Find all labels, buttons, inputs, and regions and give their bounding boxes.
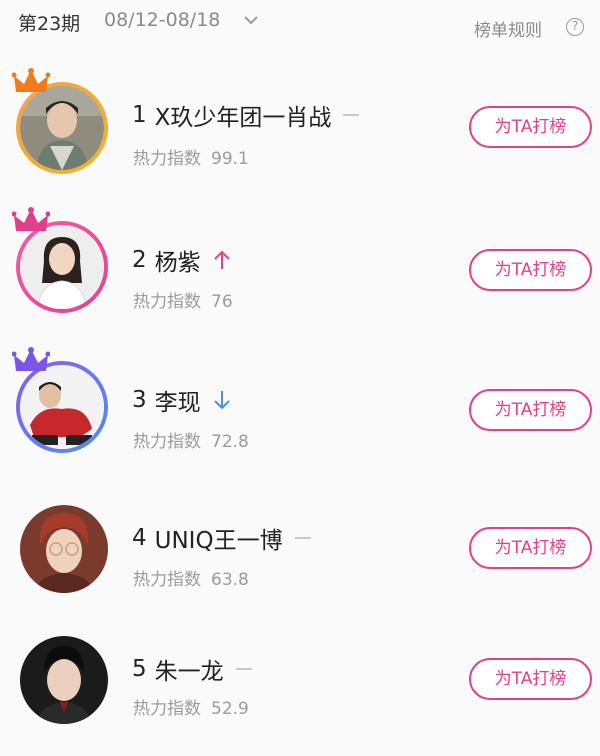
artist-name: 3 李现	[132, 383, 231, 417]
avatar-4[interactable]	[12, 495, 112, 605]
avatar-1[interactable]	[12, 68, 112, 178]
artist-label: X玖少年团一肖战	[154, 105, 332, 131]
chevron-down-icon[interactable]	[243, 14, 259, 26]
rank-number: 5	[132, 656, 147, 682]
vote-button[interactable]: 为TA打榜	[469, 658, 592, 700]
artist-label: UNIQ王一博	[154, 528, 283, 554]
artist-name: 4 UNIQ王一博	[132, 521, 313, 555]
artist-label: 李现	[154, 390, 201, 416]
rank-number: 4	[132, 525, 147, 551]
heat-index: 热力指数 63.8	[133, 570, 249, 590]
artist-label: 朱一龙	[154, 659, 224, 685]
vote-button[interactable]: 为TA打榜	[469, 527, 592, 569]
ranking-row-1: 1 X玖少年团一肖战 热力指数 99.1 为TA打榜	[0, 68, 600, 198]
heat-value: 63.8	[211, 570, 249, 590]
crown-icon	[12, 68, 50, 92]
heat-index: 热力指数 76	[133, 292, 233, 312]
rank-number: 3	[132, 387, 147, 413]
ranking-row-4: 4 UNIQ王一博 热力指数 63.8 为TA打榜	[0, 495, 600, 625]
avatar-2[interactable]	[12, 207, 112, 317]
rank-number: 2	[132, 247, 147, 273]
heat-value: 99.1	[211, 149, 249, 169]
avatar-3[interactable]	[12, 347, 112, 457]
rank-number: 1	[132, 102, 147, 128]
artist-name: 5 朱一龙	[132, 652, 254, 686]
ranking-row-5: 5 朱一龙 热力指数 52.9 为TA打榜	[0, 626, 600, 756]
vote-button[interactable]: 为TA打榜	[469, 249, 592, 291]
heat-index: 热力指数 52.9	[133, 699, 249, 719]
heat-value: 52.9	[211, 699, 249, 719]
trend-same-icon	[294, 535, 313, 541]
ranking-row-3: 3 李现 热力指数 72.8 为TA打榜	[0, 347, 600, 477]
heat-index: 热力指数 99.1	[133, 149, 249, 169]
trend-same-icon	[343, 112, 361, 118]
heat-value: 76	[211, 292, 233, 312]
ranking-row-2: 2 杨紫 热力指数 76 为TA打榜	[0, 207, 600, 337]
trend-up-icon	[213, 250, 231, 270]
artist-name: 1 X玖少年团一肖战	[132, 98, 361, 132]
header: 第23期 08/12-08/18 榜单规则 ?	[0, 0, 600, 52]
heat-index: 热力指数 72.8	[133, 432, 249, 452]
trend-down-icon	[213, 390, 231, 410]
trend-same-icon	[235, 666, 254, 672]
avatar-photo	[20, 636, 108, 724]
crown-icon	[12, 207, 50, 231]
artist-name: 2 杨紫	[132, 243, 231, 277]
issue-number: 第23期	[18, 13, 81, 35]
vote-button[interactable]: 为TA打榜	[469, 106, 592, 148]
rules-link[interactable]: 榜单规则	[474, 16, 542, 41]
artist-label: 杨紫	[154, 250, 201, 276]
vote-button[interactable]: 为TA打榜	[469, 389, 592, 431]
help-icon[interactable]: ?	[566, 18, 584, 36]
avatar-5[interactable]	[12, 626, 112, 736]
date-range[interactable]: 08/12-08/18	[104, 9, 220, 31]
crown-icon	[12, 347, 50, 371]
heat-value: 72.8	[211, 432, 249, 452]
avatar-photo	[20, 505, 108, 593]
